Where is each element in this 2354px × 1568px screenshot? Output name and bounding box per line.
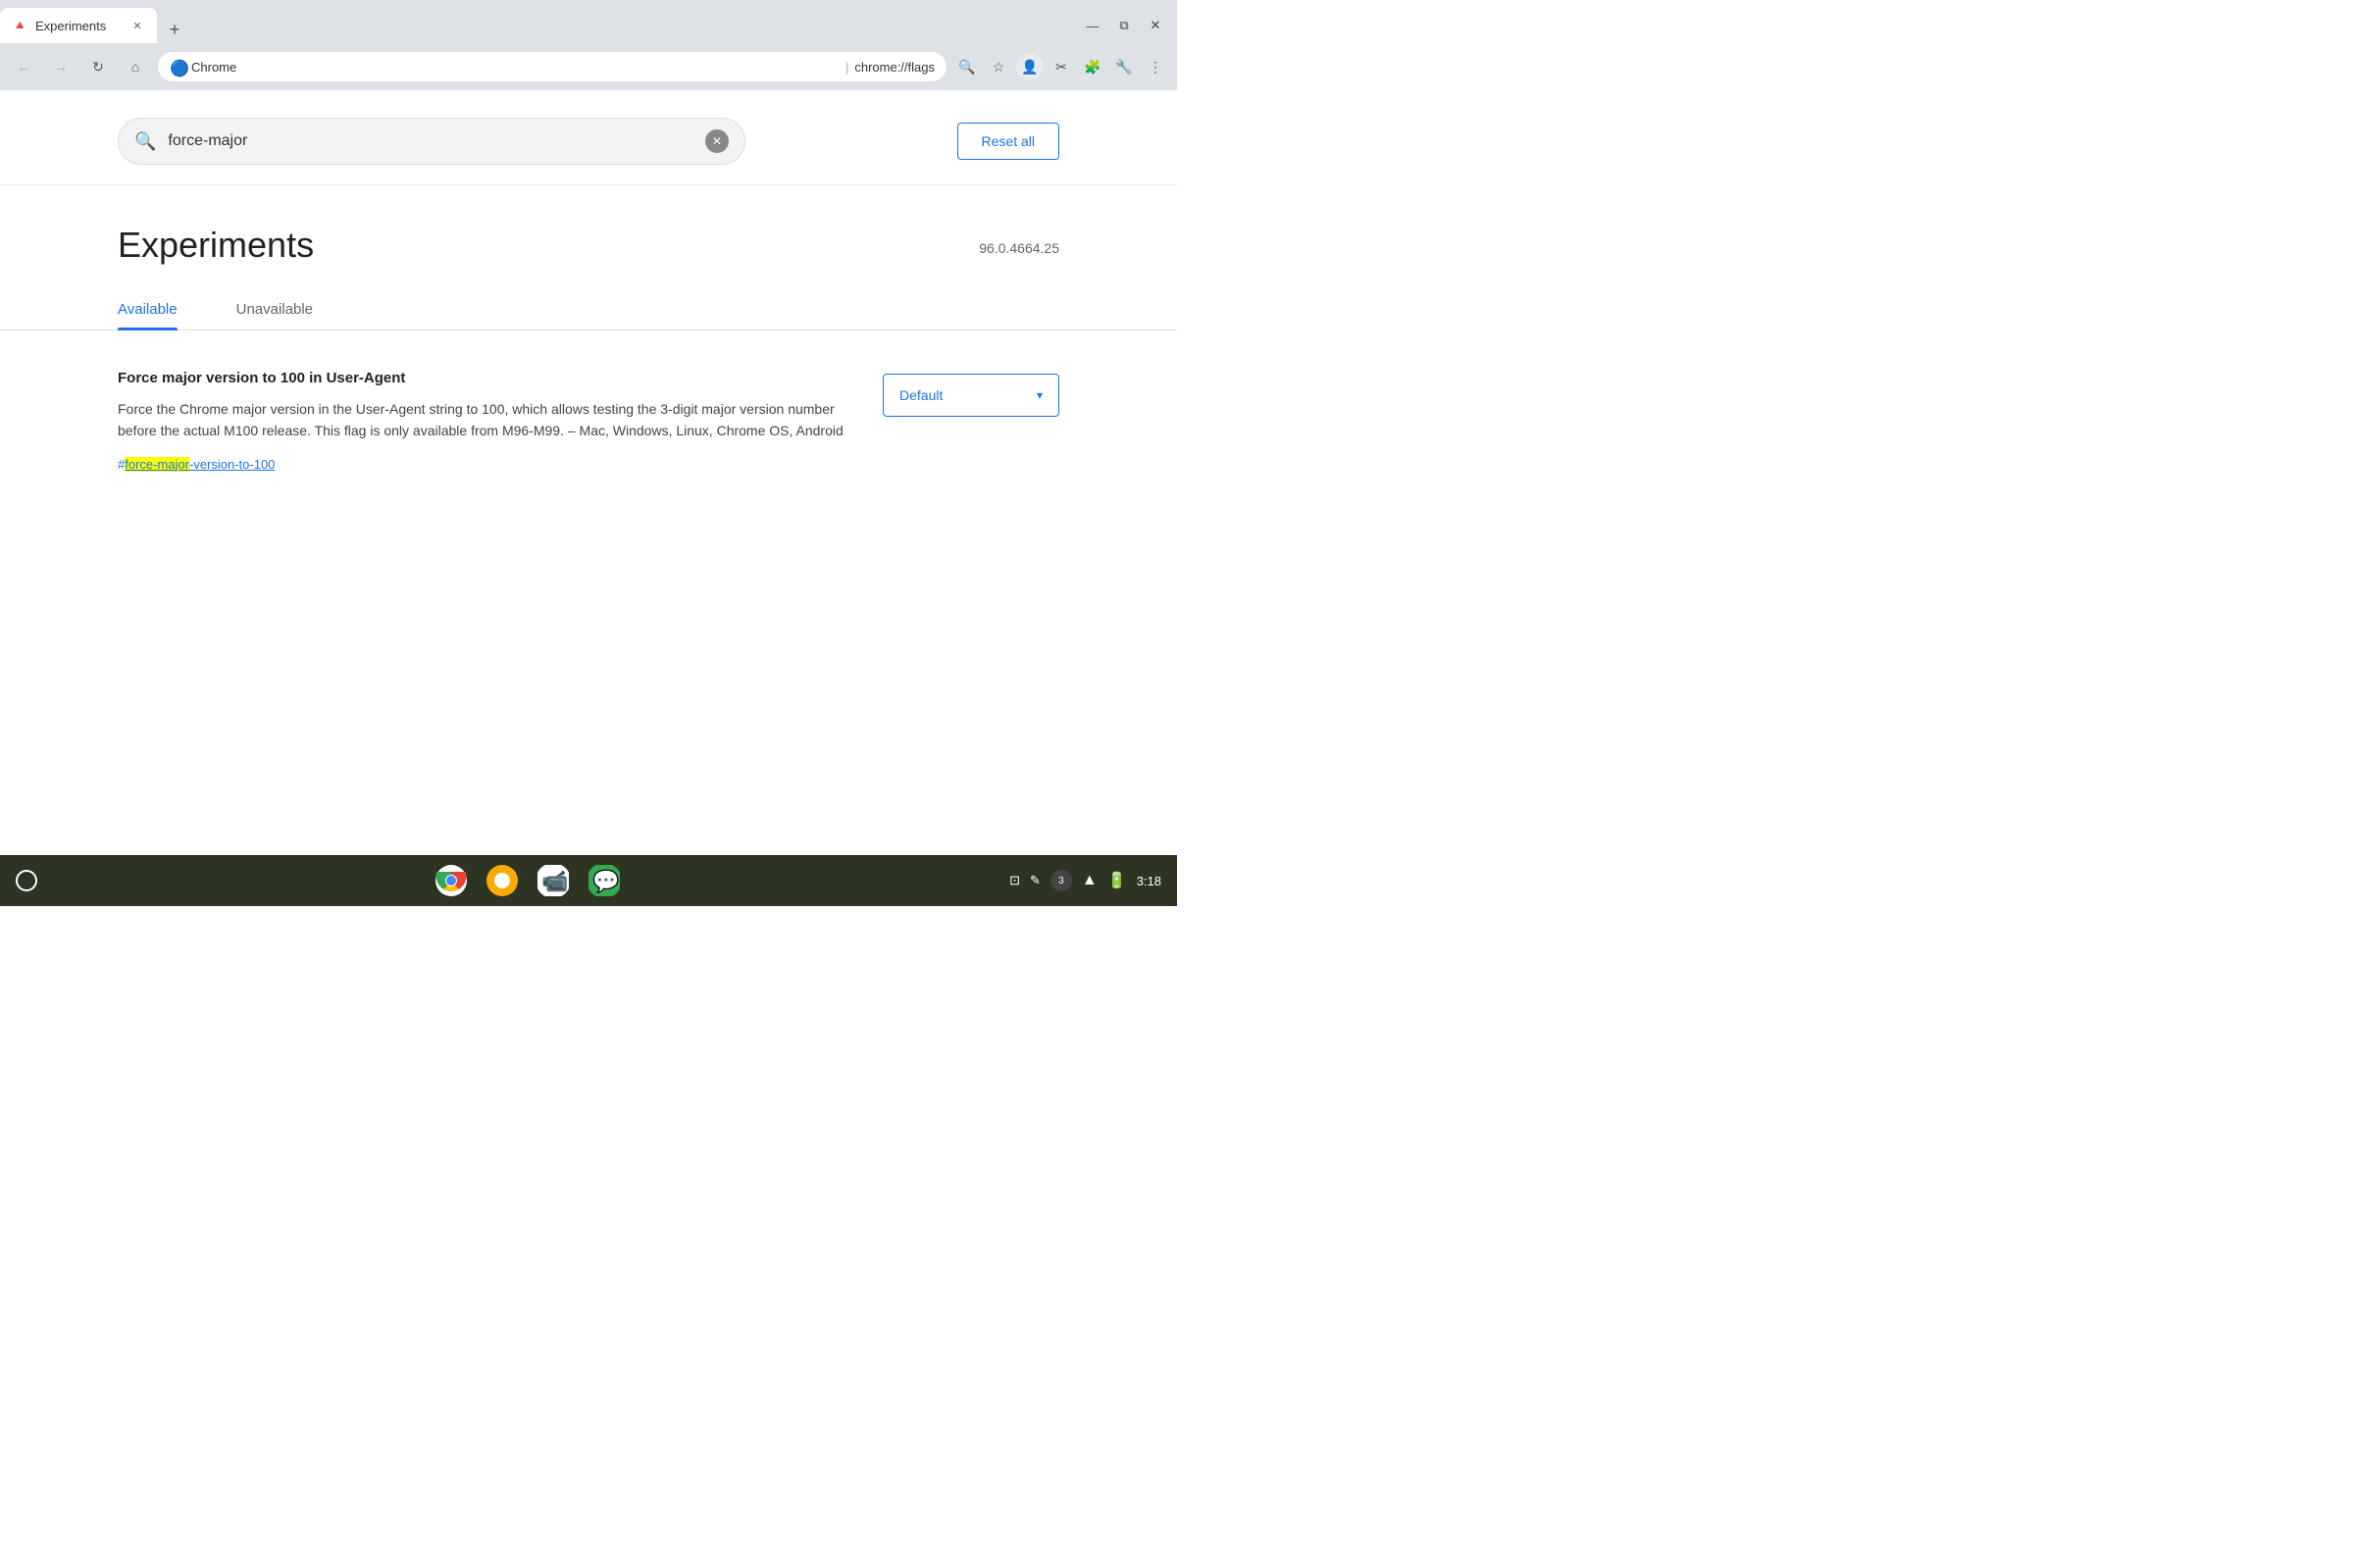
flag-info: Force major version to 100 in User-Agent…: [118, 370, 844, 474]
flag-link-highlight: force-major: [125, 457, 189, 472]
taskbar-time: 3:18: [1137, 874, 1161, 888]
back-button[interactable]: ←: [8, 51, 39, 82]
browser-tab-experiments[interactable]: 🔺 Experiments ✕: [0, 8, 157, 43]
puzzle-icon[interactable]: 🧩: [1079, 53, 1106, 80]
tab-title: Experiments: [35, 19, 122, 33]
search-input[interactable]: [168, 132, 693, 150]
flag-header: Force major version to 100 in User-Agent…: [118, 370, 1059, 474]
taskbar-icon2: ✎: [1030, 873, 1041, 888]
search-icon[interactable]: 🔍: [953, 53, 981, 80]
taskbar: 📹 💬 ⊡ ✎ 3 ▲ 🔋 3:18: [0, 855, 1177, 906]
extensions-icon[interactable]: ✂: [1048, 53, 1075, 80]
wifi-icon: ▲: [1082, 872, 1098, 889]
window-minimize-button[interactable]: —: [1079, 12, 1106, 39]
taskbar-meet-icon[interactable]: 📹: [536, 863, 571, 898]
bookmark-icon[interactable]: ☆: [985, 53, 1012, 80]
extra-icon[interactable]: 🔧: [1110, 53, 1138, 80]
new-tab-button[interactable]: +: [161, 16, 188, 43]
taskbar-status-icons: ⊡ ✎ 3 ▲ 🔋 3:18: [1009, 870, 1161, 891]
taskbar-right: ⊡ ✎ 3 ▲ 🔋 3:18: [1009, 870, 1161, 891]
address-url: chrome://flags: [854, 60, 935, 75]
tab-favicon: 🔺: [12, 18, 27, 33]
flag-link[interactable]: #force-major-version-to-100: [118, 457, 275, 472]
search-area: 🔍 ✕ Reset all: [0, 90, 1177, 185]
experiments-heading: Experiments 96.0.4664.25: [0, 185, 1177, 266]
window-close-button[interactable]: ✕: [1142, 12, 1169, 39]
page-title: Experiments: [118, 225, 314, 266]
tab-unavailable[interactable]: Unavailable: [236, 289, 313, 329]
chat-svg: 💬: [588, 865, 620, 896]
flag-description: Force the Chrome major version in the Us…: [118, 398, 844, 442]
taskbar-chrome-icon[interactable]: [434, 863, 469, 898]
address-site-icon: 🔵: [170, 59, 185, 75]
address-separator: |: [845, 60, 848, 75]
chevron-down-icon: ▾: [1037, 388, 1043, 402]
taskbar-left: [16, 870, 45, 891]
taskbar-app2-icon[interactable]: [485, 863, 520, 898]
window-controls: — ⧉ ✕: [1079, 12, 1177, 43]
flag-item: Force major version to 100 in User-Agent…: [118, 370, 1059, 474]
tab-close-button[interactable]: ✕: [129, 18, 145, 33]
flag-dropdown-value: Default: [899, 387, 943, 403]
battery-icon: 🔋: [1107, 871, 1127, 890]
flags-content: Force major version to 100 in User-Agent…: [0, 330, 1177, 532]
taskbar-icon1: ⊡: [1009, 873, 1020, 888]
app2-svg: [486, 865, 518, 896]
taskbar-badge: 3: [1050, 870, 1072, 891]
tab-bar: 🔺 Experiments ✕ + — ⧉ ✕: [0, 0, 1177, 43]
taskbar-chat-icon[interactable]: 💬: [587, 863, 622, 898]
taskbar-indicator: [16, 870, 37, 891]
menu-button[interactable]: ⋮: [1142, 53, 1169, 80]
search-magnifier-icon: 🔍: [134, 131, 156, 152]
version-number: 96.0.4664.25: [979, 225, 1059, 256]
address-bar-row: ← → ↻ ⌂ 🔵 Chrome | chrome://flags 🔍 ☆ 👤 …: [0, 43, 1177, 90]
toolbar-icons: 🔍 ☆ 👤 ✂ 🧩 🔧 ⋮: [953, 53, 1169, 80]
svg-text:💬: 💬: [592, 869, 619, 893]
profile-icon[interactable]: 👤: [1016, 53, 1044, 80]
search-box: 🔍 ✕: [118, 118, 745, 165]
tabs-row: Available Unavailable: [0, 289, 1177, 330]
flag-title: Force major version to 100 in User-Agent: [118, 370, 844, 386]
flag-dropdown[interactable]: Default ▾: [883, 374, 1059, 417]
taskbar-center: 📹 💬: [45, 863, 1009, 898]
reset-all-button[interactable]: Reset all: [957, 123, 1059, 160]
reload-button[interactable]: ↻: [82, 51, 114, 82]
tab-available[interactable]: Available: [118, 289, 178, 329]
forward-button[interactable]: →: [45, 51, 77, 82]
home-button[interactable]: ⌂: [120, 51, 151, 82]
page-content: 🔍 ✕ Reset all Experiments 96.0.4664.25 A…: [0, 90, 1177, 855]
svg-text:📹: 📹: [541, 869, 568, 893]
address-bar[interactable]: 🔵 Chrome | chrome://flags: [157, 51, 947, 82]
flag-link-rest: -version-to-100: [189, 457, 275, 472]
address-site-name: Chrome: [191, 60, 840, 75]
chrome-logo-svg: [435, 865, 467, 896]
window-restore-button[interactable]: ⧉: [1110, 12, 1138, 39]
meet-svg: 📹: [537, 865, 569, 896]
browser-frame: 🔺 Experiments ✕ + — ⧉ ✕ ← → ↻ ⌂ 🔵 Chrome…: [0, 0, 1177, 906]
search-clear-button[interactable]: ✕: [705, 129, 729, 153]
